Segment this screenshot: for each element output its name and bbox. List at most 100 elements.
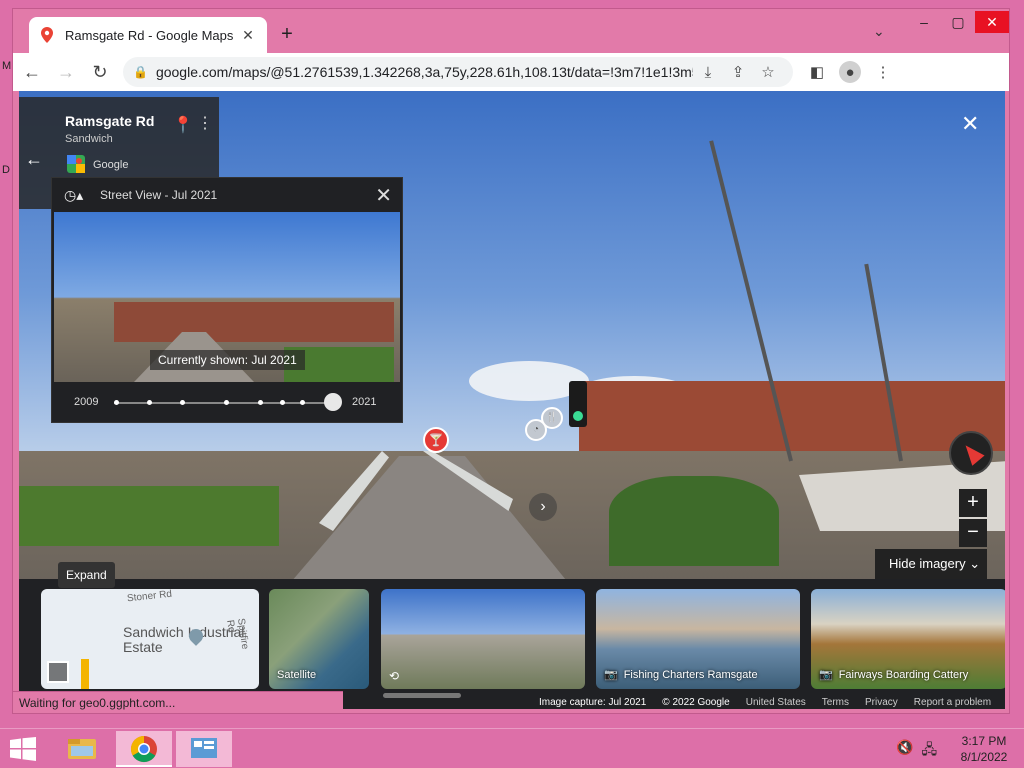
double-chevron-down-icon: ⌄	[969, 556, 981, 571]
photo-card-label: 📷 Fairways Boarding Cattery	[819, 669, 969, 681]
panorama-360-icon: ⟲	[389, 669, 400, 683]
place-title: Ramsgate Rd	[65, 113, 155, 129]
time-machine-title: Street View - Jul 2021	[100, 188, 218, 202]
tab-close-icon[interactable]: ✕	[239, 27, 257, 44]
year-end-label: 2021	[352, 396, 377, 408]
time-machine-panel: ◷▴ Street View - Jul 2021 ✕ Currently sh…	[51, 177, 403, 423]
year-start-label: 2009	[74, 396, 99, 408]
restaurant-poi-icon[interactable]: 🍴	[541, 407, 563, 429]
photo-card[interactable]: 📷 Fishing Charters Ramsgate	[596, 589, 800, 689]
browser-toolbar: ← → ↻ 🔒 google.com/maps/@51.2761539,1.34…	[13, 53, 1009, 91]
google-maps-icon	[67, 155, 85, 173]
profile-avatar-icon[interactable]: ●	[839, 61, 861, 83]
maximize-button[interactable]: ▢	[943, 11, 973, 33]
map-thumbnail-card[interactable]: Stoner Rd Sandwich Industrial Estate Spi…	[41, 589, 259, 689]
hide-imagery-label: Hide imagery	[889, 556, 966, 571]
back-button[interactable]: ←	[17, 57, 47, 87]
map-footer: Image capture: Jul 2021 © 2022 Google Un…	[539, 697, 991, 708]
terms-link[interactable]: Terms	[822, 697, 849, 708]
url-text[interactable]: google.com/maps/@51.2761539,1.342268,3a,…	[156, 64, 693, 80]
satellite-card[interactable]: Satellite	[269, 589, 369, 689]
windows-start-icon[interactable]	[10, 737, 36, 761]
address-bar[interactable]: 🔒 google.com/maps/@51.2761539,1.342268,3…	[123, 57, 793, 87]
imagery-source: Google	[93, 159, 129, 171]
country-link[interactable]: United States	[746, 697, 806, 708]
place-subtitle: Sandwich	[65, 133, 113, 145]
tab-search-icon[interactable]: ⌄	[873, 23, 885, 40]
bar-poi-icon[interactable]: 🍸	[423, 427, 449, 453]
panorama-bushes	[609, 476, 779, 566]
volume-muted-icon[interactable]: 🔇	[896, 739, 913, 763]
privacy-link[interactable]: Privacy	[865, 697, 898, 708]
traffic-light	[569, 381, 587, 427]
panorama-grass	[19, 486, 279, 546]
install-app-icon[interactable]: ⤓	[693, 64, 723, 81]
time-machine-close-icon[interactable]: ✕	[375, 183, 392, 208]
history-clock-icon[interactable]: ◷▴	[64, 187, 83, 204]
forward-button[interactable]: →	[51, 57, 81, 87]
new-tab-button[interactable]: +	[275, 23, 299, 47]
menu-kebab-icon[interactable]: ⋮	[867, 63, 899, 81]
time-slider-stop[interactable]	[300, 400, 305, 405]
time-slider-stop[interactable]	[147, 400, 152, 405]
time-slider-stop[interactable]	[114, 400, 119, 405]
navigate-forward-arrow-icon[interactable]: ›	[529, 493, 557, 521]
photo-card[interactable]: 📷 Fairways Boarding Cattery	[811, 589, 1005, 689]
image-capture-date: Image capture: Jul 2021	[539, 697, 647, 708]
browser-window: Ramsgate Rd - Google Maps ✕ + ⌄ – ▢ ✕ ← …	[12, 8, 1010, 714]
street-view-close-icon[interactable]: ✕	[961, 111, 979, 137]
clock-time: 3:17 PM	[961, 734, 1007, 748]
maps-pin-icon	[39, 27, 55, 43]
strip-scrollbar[interactable]	[383, 693, 461, 698]
camera-icon: 📷	[819, 669, 833, 681]
currently-shown-label: Currently shown: Jul 2021	[150, 350, 305, 370]
minimize-button[interactable]: –	[909, 11, 939, 33]
lock-icon[interactable]: 🔒	[133, 65, 148, 79]
side-panel-icon[interactable]: ◧	[801, 63, 833, 81]
taskbar: 🔇 🖧 3:17 PM 8/1/2022	[0, 728, 1024, 768]
report-problem-link[interactable]: Report a problem	[914, 697, 991, 708]
location-pin-icon[interactable]: 📍	[173, 115, 193, 135]
camera-icon: 📷	[604, 669, 618, 681]
share-icon[interactable]: ⇪	[723, 63, 753, 81]
zoom-out-button[interactable]: −	[959, 519, 987, 547]
file-explorer-taskbar-icon[interactable]	[54, 731, 110, 767]
satellite-label: Satellite	[277, 669, 317, 681]
status-bar: Waiting for geo0.ggpht.com...	[13, 691, 343, 713]
tab-title: Ramsgate Rd - Google Maps	[65, 27, 234, 43]
chrome-taskbar-icon[interactable]	[116, 731, 172, 767]
map-road	[81, 659, 89, 689]
back-arrow-icon[interactable]: ←	[25, 149, 43, 170]
desktop-icon-fragment: D	[2, 164, 10, 176]
time-machine-preview[interactable]: Currently shown: Jul 2021	[54, 212, 400, 382]
photo-card[interactable]: ⟲	[381, 589, 585, 689]
street-view-viewport[interactable]: ← Ramsgate Rd Sandwich Google 📍 ⋮ ◷▴ Str…	[19, 91, 1005, 709]
imagery-strip: Stoner Rd Sandwich Industrial Estate Spi…	[19, 579, 1005, 709]
tab-strip: Ramsgate Rd - Google Maps ✕ + ⌄ – ▢ ✕	[13, 9, 1009, 53]
copyright-text: © 2022 Google	[662, 697, 730, 708]
system-tray: 🔇 🖧	[896, 739, 937, 763]
bookmark-star-icon[interactable]: ☆	[753, 63, 783, 81]
map-street-label: Stoner Rd	[126, 589, 173, 605]
reload-button[interactable]: ↻	[85, 57, 115, 87]
window-close-button[interactable]: ✕	[975, 11, 1009, 33]
time-machine-header: ◷▴ Street View - Jul 2021 ✕	[52, 178, 402, 212]
clock-date: 8/1/2022	[960, 750, 1008, 764]
time-slider-stop[interactable]	[180, 400, 185, 405]
taskbar-clock[interactable]: 3:17 PM 8/1/2022	[952, 733, 1016, 765]
photo-card-label: 📷 Fishing Charters Ramsgate	[604, 669, 758, 681]
compass-icon[interactable]	[949, 431, 993, 475]
tab-google-maps[interactable]: Ramsgate Rd - Google Maps ✕	[29, 17, 267, 53]
desktop-icon-fragment: M	[2, 60, 12, 72]
time-slider-stop[interactable]	[224, 400, 229, 405]
control-panel-taskbar-icon[interactable]	[176, 731, 232, 767]
hide-imagery-button[interactable]: Hide imagery ⌄	[875, 549, 987, 579]
time-slider-handle[interactable]	[324, 393, 342, 411]
network-icon[interactable]: 🖧	[921, 739, 937, 763]
expand-tooltip: Expand	[58, 562, 115, 588]
time-slider-stop[interactable]	[280, 400, 285, 405]
zoom-in-button[interactable]: +	[959, 489, 987, 517]
more-options-icon[interactable]: ⋮	[197, 113, 213, 133]
expand-icon[interactable]	[47, 661, 69, 683]
time-slider-stop[interactable]	[258, 400, 263, 405]
